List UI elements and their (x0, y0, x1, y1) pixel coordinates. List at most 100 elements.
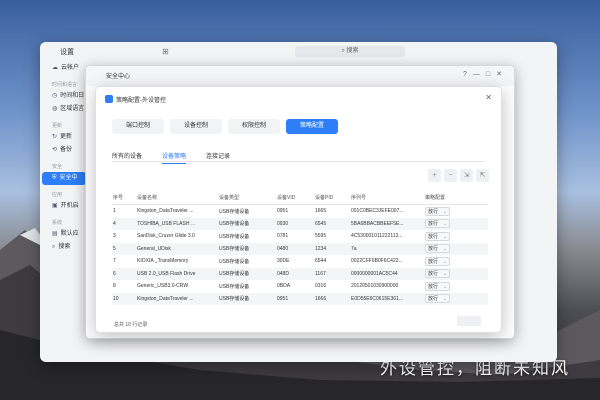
sidebar-item-label: 时间和日 (60, 93, 85, 99)
export-button[interactable]: ⇱ (476, 169, 489, 182)
table-row[interactable]: 7 KIOXIA _TransMemory USB存储设备 30DE 6544 0022C… (112, 255, 488, 268)
policy-select[interactable]: 放行 ⌄ (424, 242, 488, 255)
policy-select[interactable]: 放行 ⌄ (424, 267, 488, 280)
policy-dropdown[interactable]: 放行 ⌄ (425, 244, 451, 254)
policy-select[interactable]: 放行 ⌄ (424, 255, 488, 268)
table-cell: USB存储设备 (218, 292, 276, 305)
subtab-device-policy[interactable]: 设备策略 (162, 151, 187, 164)
sidebar-item-default-apps[interactable]: ▤ 默认应 (40, 228, 88, 241)
table-cell: KIOXIA _TransMemory (137, 258, 189, 265)
chevron-down-icon: ⌄ (443, 208, 448, 215)
close-icon[interactable]: ✕ (485, 93, 492, 102)
policy-value: 放行 (428, 296, 439, 303)
policy-select[interactable]: 放行 ⌄ (424, 205, 488, 218)
chevron-down-icon: ⌄ (443, 296, 448, 303)
policy-dropdown[interactable]: 放行 ⌄ (425, 206, 451, 216)
tab-permission-control[interactable]: 权限控制 (228, 119, 280, 134)
policy-dropdown[interactable]: 放行 ⌄ (425, 219, 451, 229)
add-button[interactable]: + (428, 169, 441, 182)
table-row[interactable]: 4 TOSHIBA_USB FLASH ... USB存储设备 0930 6545 5BA… (112, 217, 488, 230)
table-cell: USB存储设备 (219, 233, 250, 240)
minimize-icon[interactable]: — (473, 71, 486, 78)
column-header[interactable]: 设备名称 (136, 191, 218, 205)
tab-port-control[interactable]: 端口控制 (112, 119, 164, 134)
table-cell: 0951 (277, 208, 289, 215)
column-header[interactable]: 序号 (112, 191, 136, 205)
column-header[interactable]: 序列号 (350, 191, 424, 205)
sidebar-group-label: 应用 (52, 192, 63, 198)
table-row[interactable]: 8 Generic_USB3.0-CRW USB存储设备 0BDA 0316 201205… (112, 280, 488, 293)
subtab-connection-log[interactable]: 连接记录 (206, 151, 230, 164)
table-row[interactable]: 3 SanDisk_Cruzer Glide 3.0 USB存储设备 0781 5595… (112, 230, 488, 243)
search-icon: ⌕ (52, 244, 56, 250)
table-cell: 0022CFF6B0F6C422... (351, 258, 403, 265)
sidebar-item-search[interactable]: ⌕ 搜索 (40, 241, 88, 254)
sidebar-item-update[interactable]: ↻ 更新 (40, 131, 88, 144)
close-icon[interactable]: ✕ (496, 71, 508, 78)
settings-titlebar: 设置 ⊞ ⌕ 搜索 (40, 42, 557, 62)
column-header[interactable]: 策略配置 (424, 191, 488, 205)
table-cell: E0D55E6C0615E361... (350, 292, 424, 305)
table-cell: TOSHIBA_USB FLASH ... (136, 217, 218, 230)
table-cell: 0000000001AC5C44 (350, 267, 424, 280)
policy-dialog: 策略配置-外设管控 ✕ 端口控制 设备控制 权限控制 策略配置 所有的设备 设备… (95, 86, 502, 333)
sidebar-item-label: 云帐户 (61, 65, 80, 71)
footer-button[interactable] (457, 316, 481, 326)
tab-device-control[interactable]: 设备控制 (170, 119, 222, 134)
column-header[interactable]: 设备VID (276, 191, 314, 205)
top-tabs: 端口控制 设备控制 权限控制 策略配置 (112, 119, 338, 134)
sidebar-item-label: 安全中 (59, 175, 78, 181)
table-cell: 0781 (277, 233, 289, 240)
sidebar-item-security[interactable]: ⛨ 安全中 (42, 172, 86, 185)
table-cell: 7a (350, 242, 424, 255)
table-row[interactable]: 10 Kingston_DataTraveler ... USB存储设备 0951 16… (112, 292, 488, 305)
policy-select[interactable]: 放行 ⌄ (424, 292, 488, 305)
window-controls: ?—□✕ (463, 70, 508, 78)
policy-dropdown[interactable]: 放行 ⌄ (425, 294, 451, 304)
table-row[interactable]: 6 USB 2.0_USB Flash Drive USB存储设备 048D 1167 0… (112, 267, 488, 280)
table-cell: 3 (113, 233, 116, 240)
sidebar-item-startup[interactable]: ▣ 开机启 (40, 200, 88, 213)
table-cell: 8 (113, 283, 116, 290)
chevron-down-icon: ⌄ (443, 221, 448, 228)
policy-dropdown[interactable]: 放行 ⌄ (425, 269, 451, 279)
table-cell: 1234 (314, 242, 350, 255)
remove-button[interactable]: − (444, 169, 457, 182)
policy-dropdown[interactable]: 放行 ⌄ (425, 231, 451, 241)
sidebar-item-region[interactable]: ◍ 区域语言 (40, 103, 88, 116)
search-input[interactable]: ⌕ 搜索 (295, 46, 405, 57)
help-icon[interactable]: ? (463, 71, 473, 78)
device-policy-table: 序号 设备名称 设备类型 设备VID 设备PID 序列号 策略配置 1 Kings… (112, 191, 488, 305)
sidebar-item-time[interactable]: ◷ 时间和日 (40, 90, 88, 103)
table-cell: Kingston_DataTraveler ... (137, 208, 194, 215)
sidebar-group-label: 系统 (52, 220, 63, 226)
tab-policy-config[interactable]: 策略配置 (286, 119, 338, 134)
chevron-down-icon: ⌄ (443, 271, 448, 278)
column-header[interactable]: 设备类型 (218, 191, 276, 205)
sidebar-item-cloud[interactable]: ☁ 云帐户 (40, 62, 88, 75)
clock-icon: ◷ (52, 93, 58, 99)
policy-dropdown[interactable]: 放行 ⌄ (425, 281, 451, 291)
sub-tabs: 所有的设备 设备策略 连接记录 (112, 151, 230, 164)
cloud-icon: ☁ (52, 65, 58, 71)
column-header[interactable]: 设备PID (314, 191, 350, 205)
policy-select[interactable]: 放行 ⌄ (424, 280, 488, 293)
policy-select[interactable]: 放行 ⌄ (424, 230, 488, 243)
sidebar-item-backup[interactable]: ⟲ 备份 (40, 144, 88, 157)
globe-icon: ◍ (52, 106, 58, 112)
table-cell: USB存储设备 (218, 242, 276, 255)
grid-icon[interactable]: ⊞ (162, 47, 169, 56)
table-cell: 6544 (315, 258, 327, 265)
maximize-icon[interactable]: □ (486, 71, 496, 78)
import-button[interactable]: ⇲ (460, 169, 473, 182)
table-row[interactable]: 5 General_UDisk USB存储设备 0480 1234 7a 放行 ⌄ (112, 242, 488, 255)
subtab-all-devices[interactable]: 所有的设备 (112, 151, 142, 164)
table-cell: General_UDisk (136, 242, 218, 255)
table-cell: USB存储设备 (218, 267, 276, 280)
shield-icon: ⛨ (52, 175, 57, 181)
table-row[interactable]: 1 Kingston_DataTraveler ... USB存储设备 0951 166… (112, 205, 488, 218)
policy-dropdown[interactable]: 放行 ⌄ (425, 256, 451, 266)
table-cell: Kingston_DataTraveler ... (136, 292, 218, 305)
policy-select[interactable]: 放行 ⌄ (424, 217, 488, 230)
chevron-down-icon: ⌄ (443, 258, 448, 265)
